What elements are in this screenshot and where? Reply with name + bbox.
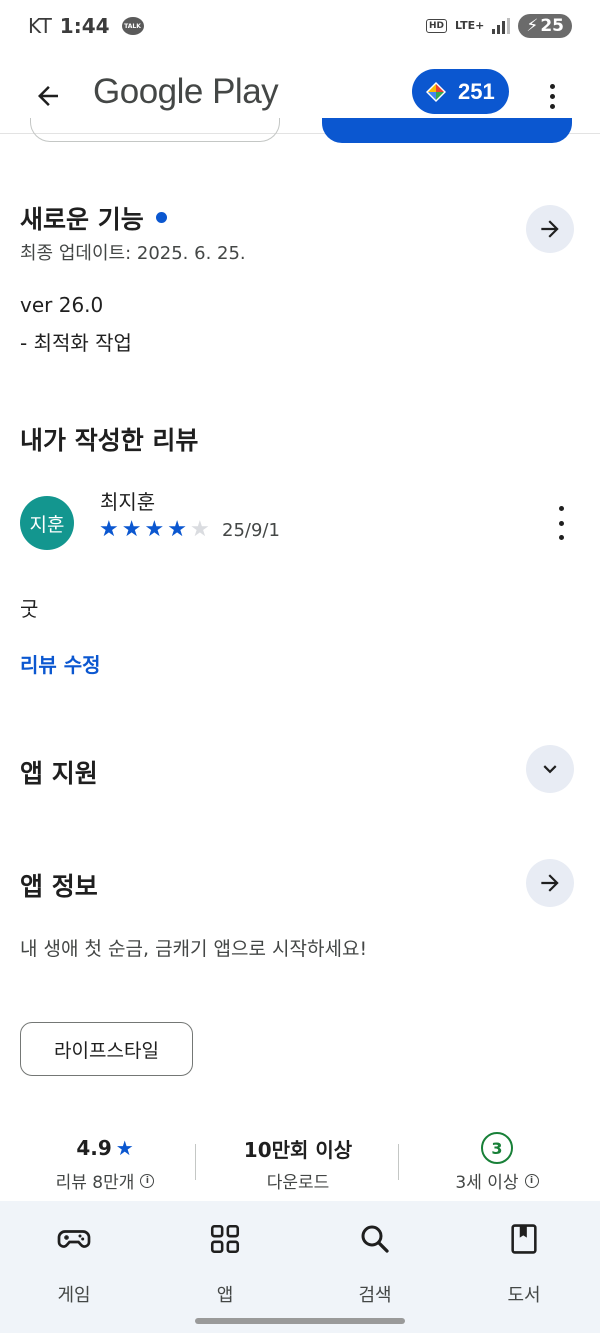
search-icon [325,1219,425,1259]
arrow-forward-icon [541,220,559,238]
hd-voice-icon: HD [425,19,447,33]
play-points-icon [426,81,446,102]
app-support-expand-button[interactable] [526,745,574,793]
rating-label: 리뷰 8만개 [55,1173,135,1193]
downloads-value: 10만회 이상 [243,1137,353,1162]
gamepad-icon [24,1219,124,1259]
app-description: 내 생애 첫 순금, 금캐기 앱으로 시작하세요! [20,938,368,960]
review-rating: ★ ★ ★ ★ ★ [99,519,210,541]
arrow-back-icon [38,86,58,106]
last-updated: 최종 업데이트: 2025. 6. 25. [20,243,246,264]
age-rating-stat[interactable]: 3 3세 이상 i [412,1132,582,1193]
info-icon: i [140,1173,155,1188]
app-info-title: 앱 정보 [20,872,98,901]
charging-bolt-icon: ⚡ [526,16,539,36]
bottom-navigation: 게임 앱 검색 도서 [0,1201,600,1333]
more-vert-icon [558,506,564,511]
age-label-row: 3세 이상 i [412,1168,582,1193]
star-filled-icon: ★ [144,517,165,542]
battery-indicator: ⚡ 25 [518,14,572,38]
arrow-forward-icon [541,874,559,892]
nav-label-apps: 앱 [216,1285,234,1306]
app-support-title: 앱 지원 [20,759,98,788]
back-button[interactable] [24,72,72,120]
whats-new-title-text: 새로운 기능 [20,205,144,234]
whats-new-arrow-button[interactable] [526,205,574,253]
age-label: 3세 이상 [455,1173,519,1193]
clock: 1:44 [59,14,110,38]
apps-grid-icon [175,1219,275,1259]
whats-new-title: 새로운 기능 [20,200,167,236]
new-indicator-dot [155,211,167,223]
review-more-button[interactable] [551,506,571,540]
signal-strength-icon [492,18,511,34]
more-options-button[interactable] [536,72,568,120]
partial-primary-button[interactable] [322,118,572,143]
star-filled-icon: ★ [121,517,142,542]
rating-value-row: 4.9 ★ [20,1133,190,1163]
info-icon: i [524,1173,539,1188]
avatar: 지훈 [20,496,74,550]
more-vert-icon [549,83,555,89]
chevron-down-icon [543,765,557,774]
review-text: 굿 [20,597,39,621]
star-icon: ★ [115,1136,134,1160]
nav-label-games: 게임 [57,1285,91,1306]
battery-level: 25 [540,16,564,36]
my-review-title: 내가 작성한 리뷰 [20,426,199,455]
status-left: KT 1:44 TALK [28,14,144,38]
release-notes: - 최적화 작업 [20,331,132,355]
home-indicator[interactable] [195,1318,405,1324]
app-info-arrow-button[interactable] [526,859,574,907]
nav-label-books: 도서 [507,1285,541,1306]
nav-label-search: 검색 [358,1285,392,1306]
age-badge-row: 3 [412,1132,582,1164]
play-points-button[interactable]: 251 [412,69,509,114]
kakaotalk-notification-icon: TALK [121,17,144,35]
edit-review-link[interactable]: 리뷰 수정 [20,649,101,678]
review-date: 25/9/1 [222,520,280,541]
nav-item-games[interactable]: 게임 [24,1219,124,1307]
book-icon [474,1219,574,1259]
status-right: HD LTE+ ⚡ 25 [425,14,572,38]
downloads-label: 다운로드 [266,1173,330,1193]
rating-label-row: 리뷰 8만개 i [20,1168,190,1193]
nav-item-books[interactable]: 도서 [474,1219,574,1307]
star-filled-icon: ★ [167,517,187,542]
rating-value: 4.9 [76,1136,112,1160]
nav-item-apps[interactable]: 앱 [175,1219,275,1307]
play-points-count: 251 [458,78,495,104]
star-empty-icon: ★ [189,517,210,542]
nav-item-search[interactable]: 검색 [325,1219,425,1307]
review-author: 최지훈 [100,490,156,514]
star-filled-icon: ★ [99,517,119,542]
carrier-label: KT [28,14,52,38]
lte-network-icon: LTE+ [454,19,485,32]
stat-divider [398,1144,399,1180]
status-bar: KT 1:44 TALK HD LTE+ ⚡ 25 [0,0,600,58]
version-text: ver 26.0 [20,293,104,317]
category-chip[interactable]: 라이프스타일 [20,1022,193,1076]
age-rating-badge-icon: 3 [481,1132,513,1164]
stat-divider [195,1144,196,1180]
app-title: Google Play [93,72,279,111]
rating-stat[interactable]: 4.9 ★ 리뷰 8만개 i [20,1133,190,1193]
downloads-stat: 10만회 이상 다운로드 [208,1133,388,1194]
partial-secondary-button[interactable] [30,118,280,142]
